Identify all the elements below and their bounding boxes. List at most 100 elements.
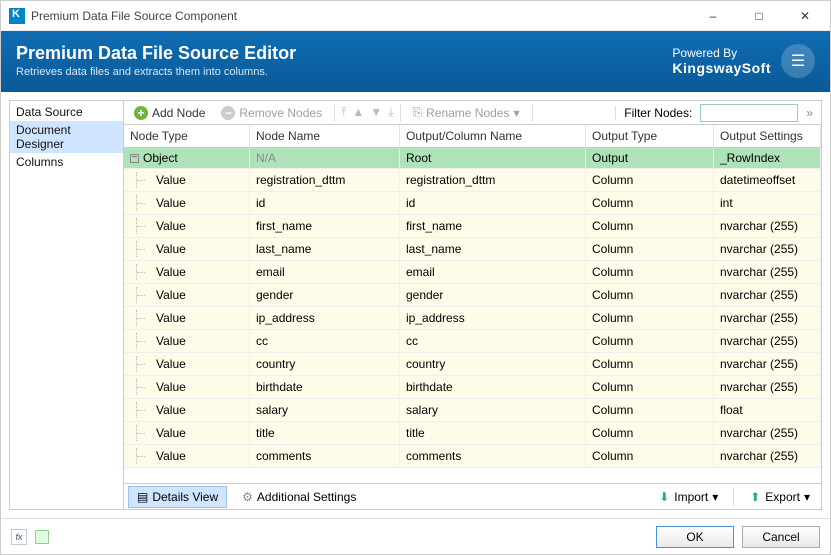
output-column-name: title [400, 422, 586, 444]
import-button[interactable]: ⬇Import ▾ [651, 487, 725, 507]
tree-branch-icon [136, 264, 156, 280]
output-settings: _RowIndex [714, 148, 821, 168]
output-type: Column [586, 261, 714, 283]
remove-nodes-button[interactable]: −Remove Nodes [215, 104, 328, 122]
tree-branch-icon [136, 425, 156, 441]
col-output-type[interactable]: Output Type [586, 125, 714, 147]
output-settings: nvarchar (255) [714, 238, 821, 260]
node-type: Value [156, 426, 186, 440]
document-icon[interactable] [35, 530, 49, 544]
expand-filter-icon[interactable]: » [802, 106, 817, 120]
output-column-name: ip_address [400, 307, 586, 329]
output-column-name: Root [400, 148, 586, 168]
node-name: comments [250, 445, 400, 467]
node-name: gender [250, 284, 400, 306]
output-settings: nvarchar (255) [714, 284, 821, 306]
output-column-name: first_name [400, 215, 586, 237]
table-row[interactable]: ValuegendergenderColumnnvarchar (255) [124, 284, 821, 307]
filter-input[interactable] [700, 104, 798, 122]
table-row[interactable]: ValuetitletitleColumnnvarchar (255) [124, 422, 821, 445]
table-row[interactable]: ValueemailemailColumnnvarchar (255) [124, 261, 821, 284]
output-settings: int [714, 192, 821, 214]
node-type: Value [156, 265, 186, 279]
table-row[interactable]: ValuesalarysalaryColumnfloat [124, 399, 821, 422]
page-title: Premium Data File Source Editor [16, 43, 672, 64]
col-output-settings[interactable]: Output Settings [714, 125, 821, 147]
sidebar-item-columns[interactable]: Columns [10, 153, 123, 171]
output-settings: nvarchar (255) [714, 422, 821, 444]
title-bar: Premium Data File Source Component – □ ✕ [1, 1, 830, 31]
dropdown-caret-icon: ▾ [712, 490, 718, 504]
node-name: first_name [250, 215, 400, 237]
node-type: Value [156, 219, 186, 233]
table-row[interactable]: ObjectN/ARootOutput_RowIndex [124, 148, 821, 169]
table-row[interactable]: ValuecountrycountryColumnnvarchar (255) [124, 353, 821, 376]
tab-details-view[interactable]: ▤Details View [128, 486, 227, 508]
col-node-name[interactable]: Node Name [250, 125, 400, 147]
grid-header: Node Type Node Name Output/Column Name O… [124, 125, 821, 148]
sidebar-item-data-source[interactable]: Data Source [10, 103, 123, 121]
node-type: Value [156, 357, 186, 371]
node-name: cc [250, 330, 400, 352]
move-down-icon[interactable]: ▼ [370, 105, 382, 120]
node-name: birthdate [250, 376, 400, 398]
output-type: Column [586, 169, 714, 191]
output-type: Column [586, 445, 714, 467]
cancel-button[interactable]: Cancel [742, 526, 820, 548]
table-row[interactable]: ValueccccColumnnvarchar (255) [124, 330, 821, 353]
output-type: Column [586, 399, 714, 421]
output-settings: float [714, 399, 821, 421]
node-name: registration_dttm [250, 169, 400, 191]
tree-branch-icon [136, 241, 156, 257]
move-bottom-icon[interactable]: ⤓ [388, 105, 393, 120]
col-output-column[interactable]: Output/Column Name [400, 125, 586, 147]
output-settings: nvarchar (255) [714, 376, 821, 398]
node-type: Value [156, 380, 186, 394]
col-node-type[interactable]: Node Type [124, 125, 250, 147]
rename-nodes-button[interactable]: ⎘Rename Nodes ▾ [407, 103, 526, 122]
node-name: email [250, 261, 400, 283]
footer: fx OK Cancel [1, 518, 830, 554]
maximize-button[interactable]: □ [736, 1, 782, 31]
fx-icon[interactable]: fx [11, 529, 27, 545]
tree-branch-icon [136, 333, 156, 349]
node-type: Value [156, 334, 186, 348]
node-type: Value [156, 449, 186, 463]
move-up-icon[interactable]: ▲ [352, 105, 364, 120]
move-top-icon[interactable]: ⤒ [341, 105, 346, 120]
output-column-name: id [400, 192, 586, 214]
table-row[interactable]: ValuecommentscommentsColumnnvarchar (255… [124, 445, 821, 468]
tree-branch-icon [136, 172, 156, 188]
node-type: Value [156, 173, 186, 187]
output-settings: nvarchar (255) [714, 307, 821, 329]
output-type: Column [586, 284, 714, 306]
table-row[interactable]: Valueip_addressip_addressColumnnvarchar … [124, 307, 821, 330]
download-icon: ⬇ [658, 490, 670, 504]
output-type: Column [586, 215, 714, 237]
node-name: country [250, 353, 400, 375]
sidebar-item-document-designer[interactable]: Document Designer [10, 121, 123, 153]
table-row[interactable]: ValueididColumnint [124, 192, 821, 215]
table-row[interactable]: Valuefirst_namefirst_nameColumnnvarchar … [124, 215, 821, 238]
output-type: Column [586, 353, 714, 375]
export-button[interactable]: ⬆Export ▾ [742, 487, 817, 507]
node-name: salary [250, 399, 400, 421]
ok-button[interactable]: OK [656, 526, 734, 548]
node-type: Object [143, 151, 178, 165]
separator [733, 488, 734, 506]
table-row[interactable]: ValuebirthdatebirthdateColumnnvarchar (2… [124, 376, 821, 399]
close-button[interactable]: ✕ [782, 1, 828, 31]
output-column-name: salary [400, 399, 586, 421]
collapse-icon[interactable] [130, 154, 139, 163]
tab-additional-settings[interactable]: ⚙Additional Settings [233, 486, 365, 508]
table-row[interactable]: Valueregistration_dttmregistration_dttmC… [124, 169, 821, 192]
table-row[interactable]: Valuelast_namelast_nameColumnnvarchar (2… [124, 238, 821, 261]
add-node-button[interactable]: +Add Node [128, 104, 211, 122]
app-icon [9, 8, 25, 24]
output-column-name: registration_dttm [400, 169, 586, 191]
powered-by-label: Powered By [672, 46, 737, 60]
window-title: Premium Data File Source Component [31, 9, 690, 23]
tree-branch-icon [136, 448, 156, 464]
output-column-name: last_name [400, 238, 586, 260]
minimize-button[interactable]: – [690, 1, 736, 31]
